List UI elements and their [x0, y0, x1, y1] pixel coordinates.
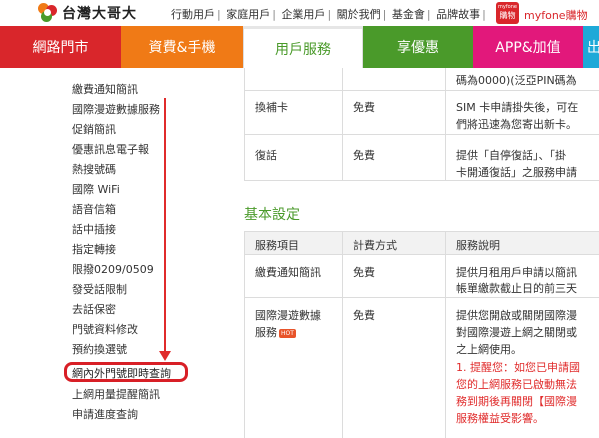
nav-tab-plans-phones[interactable]: 資費&手機	[121, 26, 243, 68]
warning-text: 務到期後再關閉【國際漫	[456, 395, 577, 408]
top-link-home[interactable]: 家庭用戶	[226, 8, 270, 21]
table-header-row: 服務項目 計費方式 服務說明	[244, 231, 599, 255]
nav-tab-offers[interactable]: 享優惠	[363, 26, 473, 68]
service-item: 繳費通知簡訊	[255, 266, 321, 279]
myfone-badge-bottom: 購物	[499, 11, 516, 20]
desc-text: 們將迅速為您寄出新卡。	[456, 118, 577, 131]
sidebar-item[interactable]: 發受話限制	[72, 281, 127, 297]
top-link-foundation[interactable]: 基金會	[392, 8, 425, 21]
sidebar-item[interactable]: 話中插接	[72, 221, 116, 237]
nav-tab-travel[interactable]: 出國	[583, 26, 599, 68]
sidebar-item[interactable]: 限撥0209/0509	[72, 261, 154, 277]
warning-text: 服務權益受影響。	[456, 412, 544, 425]
table-row: 繳費通知簡訊 免費 提供月租用戶申請以簡訊 帳單繳款截止日的前三天	[244, 255, 599, 298]
sidebar-item[interactable]: 國際 WiFi	[72, 181, 120, 197]
sidebar-item[interactable]: 去話保密	[72, 301, 116, 317]
sidebar-item[interactable]: 申請進度查詢	[72, 406, 138, 422]
service-item: 復話	[255, 149, 277, 162]
sidebar-item[interactable]: 語音信箱	[72, 201, 116, 217]
desc-text: 對國際漫遊上網之關閉或	[456, 326, 577, 339]
top-link-about[interactable]: 關於我們	[337, 8, 381, 21]
sidebar-item[interactable]: 優惠訊息電子報	[72, 141, 149, 157]
section-title: 基本設定	[244, 207, 300, 223]
sidebar-item[interactable]: 繳費通知簡訊	[72, 81, 138, 97]
sidebar-item[interactable]: 上網用量提醒簡訊	[72, 386, 160, 402]
nav-tab-user-service[interactable]: 用戶服務	[243, 26, 363, 68]
desc-text: 提供「自停復話」、「掛	[456, 149, 566, 162]
column-header: 服務說明	[456, 239, 500, 252]
brand-logo[interactable]: 台灣大哥大	[38, 3, 137, 23]
main-nav: 網路門市 資費&手機 用戶服務 享優惠 APP&加值 出國	[0, 26, 599, 68]
sidebar-item[interactable]: 指定轉接	[72, 241, 116, 257]
highlight-annotation	[64, 362, 188, 382]
desc-text: 帳單繳款截止日的前三天	[456, 282, 577, 295]
fee-text: 免費	[353, 101, 375, 114]
myfone-badge-icon[interactable]: myfone 購物	[496, 2, 519, 24]
myfone-badge-top: myfone	[498, 4, 517, 10]
warning-text: 您的上網服務已啟動無法	[456, 378, 577, 391]
table-row: 復話 免費 提供「自停復話」、「掛 卡開通復話」之服務申請	[244, 135, 599, 181]
top-link-mobile[interactable]: 行動用戶	[171, 8, 215, 21]
desc-text: 碼為0000)(泛亞PIN碼為	[456, 74, 577, 87]
desc-text: SIM 卡申請掛失後，可在	[456, 101, 579, 114]
annotation-arrow-head-icon	[159, 351, 171, 361]
column-header: 服務項目	[255, 239, 299, 252]
nav-tab-online-store[interactable]: 網路門市	[0, 26, 121, 68]
fee-text: 免費	[353, 266, 375, 279]
nav-tab-app[interactable]: APP&加值	[473, 26, 583, 68]
myfone-link[interactable]: myfone購物	[524, 7, 588, 23]
desc-text: 提供您開啟或關閉國際漫	[456, 309, 577, 322]
table-row: 換補卡 免費 SIM 卡申請掛失後，可在 們將迅速為您寄出新卡。	[244, 91, 599, 135]
top-links: 行動用戶 | 家庭用戶 | 企業用戶 | 關於我們 | 基金會 | 品牌故事 |	[171, 8, 486, 21]
fee-text: 免費	[353, 149, 375, 162]
sidebar-item[interactable]: 門號資料修改	[72, 321, 138, 337]
sidebar-item[interactable]: 預約換選號	[72, 341, 127, 357]
annotation-arrow-line	[164, 98, 166, 353]
desc-text: 之上網使用。	[456, 343, 522, 356]
desc-text: 卡開通復話」之服務申請	[456, 166, 577, 179]
sidebar-item[interactable]: 熱搜號碼	[72, 161, 116, 177]
service-item: 國際漫遊數據	[255, 309, 321, 322]
warning-text: 1. 提醒您：如您已申請國	[456, 361, 580, 374]
service-item: 服務	[255, 326, 277, 339]
brand-name: 台灣大哥大	[62, 6, 137, 22]
top-link-brand-story[interactable]: 品牌故事	[436, 8, 480, 21]
table-row: 碼為0000)(泛亞PIN碼為	[244, 68, 599, 91]
top-bar: 台灣大哥大 行動用戶 | 家庭用戶 | 企業用戶 | 關於我們 | 基金會 | 品牌故事 |…	[0, 0, 599, 26]
fee-text: 免費	[353, 309, 375, 322]
sidebar-item[interactable]: 國際漫遊數據服務	[72, 101, 160, 117]
column-header: 計費方式	[353, 239, 397, 252]
service-item: 換補卡	[255, 101, 288, 114]
desc-text: 提供月租用戶申請以簡訊	[456, 266, 577, 279]
top-link-enterprise[interactable]: 企業用戶	[281, 8, 325, 21]
sidebar: 繳費通知簡訊 國際漫遊數據服務 促銷簡訊 優惠訊息電子報 熱搜號碼 國際 WiF…	[62, 68, 208, 434]
hot-badge: HOT	[279, 328, 296, 338]
table-row: 國際漫遊數據 服務 HOT 免費 提供您開啟或關閉國際漫 對國際漫遊上網之關閉或 …	[244, 298, 599, 438]
sidebar-item[interactable]: 促銷簡訊	[72, 121, 116, 137]
logo-icon	[38, 3, 58, 23]
main-content: 碼為0000)(泛亞PIN碼為 換補卡 免費 SIM 卡申請掛失後，可在 們將迅…	[207, 68, 599, 438]
